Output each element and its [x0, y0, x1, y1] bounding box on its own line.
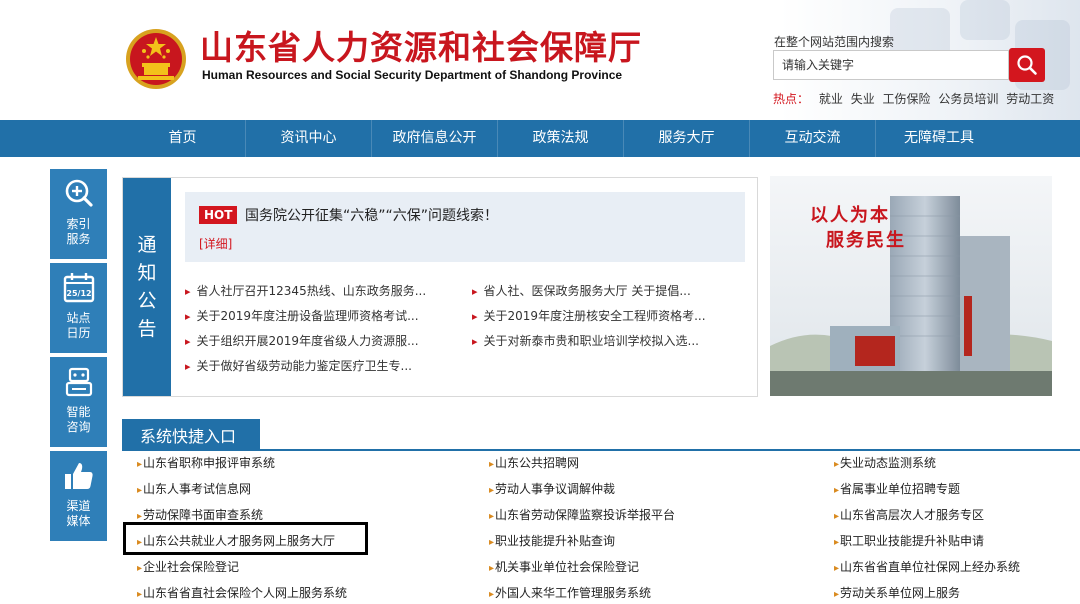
hot-news-more-link[interactable]: [详细] — [199, 235, 232, 252]
nav-item-home[interactable]: 首页 — [120, 120, 246, 157]
side-item-label: 智能咨询 — [66, 405, 91, 434]
calendar-date: 25/12 — [66, 289, 91, 298]
building-illustration: 以人为本 服务民生 — [770, 176, 1052, 396]
main-nav: 首页 资讯中心 政府信息公开 政策法规 服务大厅 互动交流 无障碍工具 — [0, 120, 1080, 157]
notice-panel: 通 知 公 告 HOT 国务院公开征集“六稳”“六保”问题线索！ [详细] 省人… — [122, 177, 758, 397]
notice-item[interactable]: 关于做好省级劳动能力鉴定医疗卫生专... — [185, 357, 472, 376]
notice-item[interactable]: 省人社、医保政务服务大厅 关于提倡... — [472, 282, 755, 301]
hot-keyword-link[interactable]: 失业 — [851, 92, 875, 106]
site-header: 山东省人力资源和社会保障厅 Human Resources and Social… — [0, 0, 1080, 120]
robot-icon — [65, 367, 92, 397]
quicklink-item[interactable]: 山东省高层次人才服务专区 — [834, 504, 1080, 530]
quicklink-item[interactable]: 失业动态监测系统 — [834, 452, 1080, 478]
quicklink-item[interactable]: 职工职业技能提升补贴申请 — [834, 530, 1080, 556]
notice-tab-char: 公 — [137, 290, 157, 312]
nav-item-gov-info[interactable]: 政府信息公开 — [372, 120, 498, 157]
side-item-media-channel[interactable]: 渠道媒体 — [50, 451, 107, 541]
nav-item-news[interactable]: 资讯中心 — [246, 120, 372, 157]
nav-item-accessibility[interactable]: 无障碍工具 — [876, 120, 1002, 157]
search-plus-icon — [65, 179, 93, 207]
notice-item[interactable]: 关于组织开展2019年度省级人力资源服... — [185, 332, 472, 351]
quicklink-item[interactable]: 劳动保障书面审查系统 — [137, 504, 489, 530]
side-item-index-service[interactable]: 索引服务 — [50, 169, 107, 259]
quicklink-item[interactable]: 山东省职称申报评审系统 — [137, 452, 489, 478]
nav-item-policy[interactable]: 政策法规 — [498, 120, 624, 157]
side-item-label: 站点日历 — [66, 311, 91, 340]
quicklinks-title: 系统快捷入口 — [122, 419, 260, 451]
side-item-label: 渠道媒体 — [66, 499, 91, 528]
notice-item[interactable]: 关于2019年度注册设备监理师资格考试... — [185, 307, 472, 326]
quicklink-item[interactable]: 山东省劳动保障监察投诉举报平台 — [489, 504, 834, 530]
quicklinks-grid: 山东省职称申报评审系统 山东公共招聘网 失业动态监测系统 山东人事考试信息网 劳… — [137, 452, 1080, 604]
search-button[interactable] — [1009, 48, 1045, 82]
calendar-icon: 25/12 — [63, 273, 94, 303]
notice-item[interactable]: 关于对新泰市贵和职业培训学校拟入选... — [472, 332, 755, 351]
hot-news-box: HOT 国务院公开征集“六稳”“六保”问题线索！ [详细] — [185, 192, 745, 262]
search-icon — [1017, 55, 1037, 75]
quicklink-item[interactable]: 山东人事考试信息网 — [137, 478, 489, 504]
notice-list: 省人社厅召开12345热线、山东政务服务... 省人社、医保政务服务大厅 关于提… — [185, 282, 755, 376]
quicklink-item[interactable]: 劳动关系单位网上服务 — [834, 582, 1080, 604]
promo-banner[interactable]: 以人为本 服务民生 — [770, 176, 1052, 396]
quicklink-item[interactable]: 外国人来华工作管理服务系统 — [489, 582, 834, 604]
notice-tab[interactable]: 通 知 公 告 — [123, 178, 171, 396]
notice-tab-char: 告 — [137, 318, 157, 340]
notice-item[interactable]: 省人社厅召开12345热线、山东政务服务... — [185, 282, 472, 301]
quicklink-item[interactable]: 机关事业单位社会保险登记 — [489, 556, 834, 582]
hot-news-title[interactable]: 国务院公开征集“六稳”“六保”问题线索！ — [245, 205, 498, 225]
search-hint: 在整个网站范围内搜索 — [774, 35, 895, 49]
hot-keywords: 热点： 就业 失业 工伤保险 公务员培训 劳动工资 — [773, 90, 1058, 107]
quicklink-item[interactable]: 山东公共就业人才服务网上服务大厅 — [137, 530, 489, 556]
quicklink-item[interactable]: 省属事业单位招聘专题 — [834, 478, 1080, 504]
quicklinks-header: 系统快捷入口 — [122, 419, 1080, 451]
quicklink-item[interactable]: 山东省省直单位社保网上经办系统 — [834, 556, 1080, 582]
quicklink-item[interactable]: 职业技能提升补贴查询 — [489, 530, 834, 556]
site-subtitle: Human Resources and Social Security Depa… — [202, 68, 623, 82]
side-item-smart-consult[interactable]: 智能咨询 — [50, 357, 107, 447]
nav-item-interaction[interactable]: 互动交流 — [750, 120, 876, 157]
hot-keyword-link[interactable]: 劳动工资 — [1006, 92, 1054, 106]
quicklink-item[interactable]: 企业社会保险登记 — [137, 556, 489, 582]
hot-keyword-link[interactable]: 就业 — [819, 92, 843, 106]
promo-slogan-line1: 以人为本 — [810, 204, 890, 226]
hot-keyword-link[interactable]: 公务员培训 — [938, 92, 998, 106]
hot-keyword-link[interactable]: 工伤保险 — [883, 92, 931, 106]
quicklink-item[interactable]: 山东省省直社会保险个人网上服务系统 — [137, 582, 489, 604]
thumbs-up-icon — [64, 463, 93, 489]
hot-keywords-label: 热点： — [773, 92, 810, 106]
hot-tag: HOT — [199, 206, 238, 224]
site-title: 山东省人力资源和社会保障厅 — [200, 28, 642, 67]
search-input[interactable] — [773, 50, 1009, 80]
side-item-calendar[interactable]: 25/12 站点日历 — [50, 263, 107, 353]
nav-item-service-hall[interactable]: 服务大厅 — [624, 120, 750, 157]
national-emblem-icon — [126, 29, 186, 89]
side-item-label: 索引服务 — [66, 217, 91, 246]
notice-item[interactable]: 关于2019年度注册核安全工程师资格考... — [472, 307, 755, 326]
promo-slogan-line2: 服务民生 — [826, 229, 906, 251]
quicklink-item[interactable]: 劳动人事争议调解仲裁 — [489, 478, 834, 504]
quicklink-item[interactable]: 山东公共招聘网 — [489, 452, 834, 478]
notice-tab-char: 知 — [137, 262, 157, 284]
side-toolbar: 索引服务 25/12 站点日历 智能咨询 渠道媒体 — [50, 169, 107, 545]
notice-tab-char: 通 — [137, 234, 157, 256]
